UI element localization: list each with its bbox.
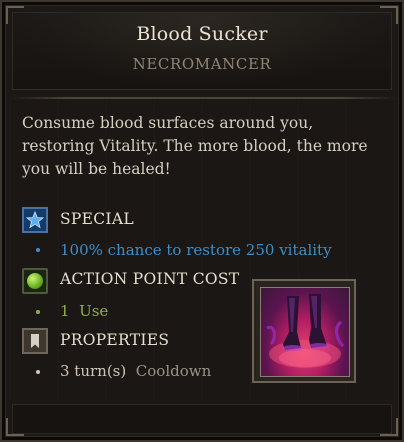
skill-tooltip: Blood Sucker NECROMANCER Consume blood s… (0, 0, 404, 442)
skill-description: Consume blood surfaces around you, resto… (22, 114, 368, 178)
bookmark-icon (22, 328, 48, 354)
green-orb-icon (22, 268, 48, 294)
tooltip-header: Blood Sucker NECROMANCER (12, 12, 392, 90)
blood-sucker-skill-icon (252, 279, 356, 383)
star-icon (22, 207, 48, 233)
ap-cost-unit: Use (79, 302, 109, 320)
cooldown-label: Cooldown (135, 362, 212, 380)
header-divider (10, 97, 398, 99)
bullet (36, 248, 40, 252)
bullet (36, 370, 40, 374)
tooltip-footer (12, 404, 392, 434)
ap-cost-line: 1 Use (60, 302, 108, 320)
cooldown-value: 3 turn(s) (60, 362, 127, 380)
skill-title: Blood Sucker (136, 23, 268, 45)
ap-cost-value: 1 (60, 302, 70, 320)
special-heading: SPECIAL (60, 210, 134, 228)
bullet (36, 310, 40, 314)
ap-cost-heading: ACTION POINT COST (60, 270, 240, 288)
special-text: 100% chance to restore 250 vitality (60, 241, 332, 259)
skill-school: NECROMANCER (132, 55, 272, 73)
properties-line: 3 turn(s) Cooldown (60, 362, 211, 380)
properties-heading: PROPERTIES (60, 331, 170, 349)
